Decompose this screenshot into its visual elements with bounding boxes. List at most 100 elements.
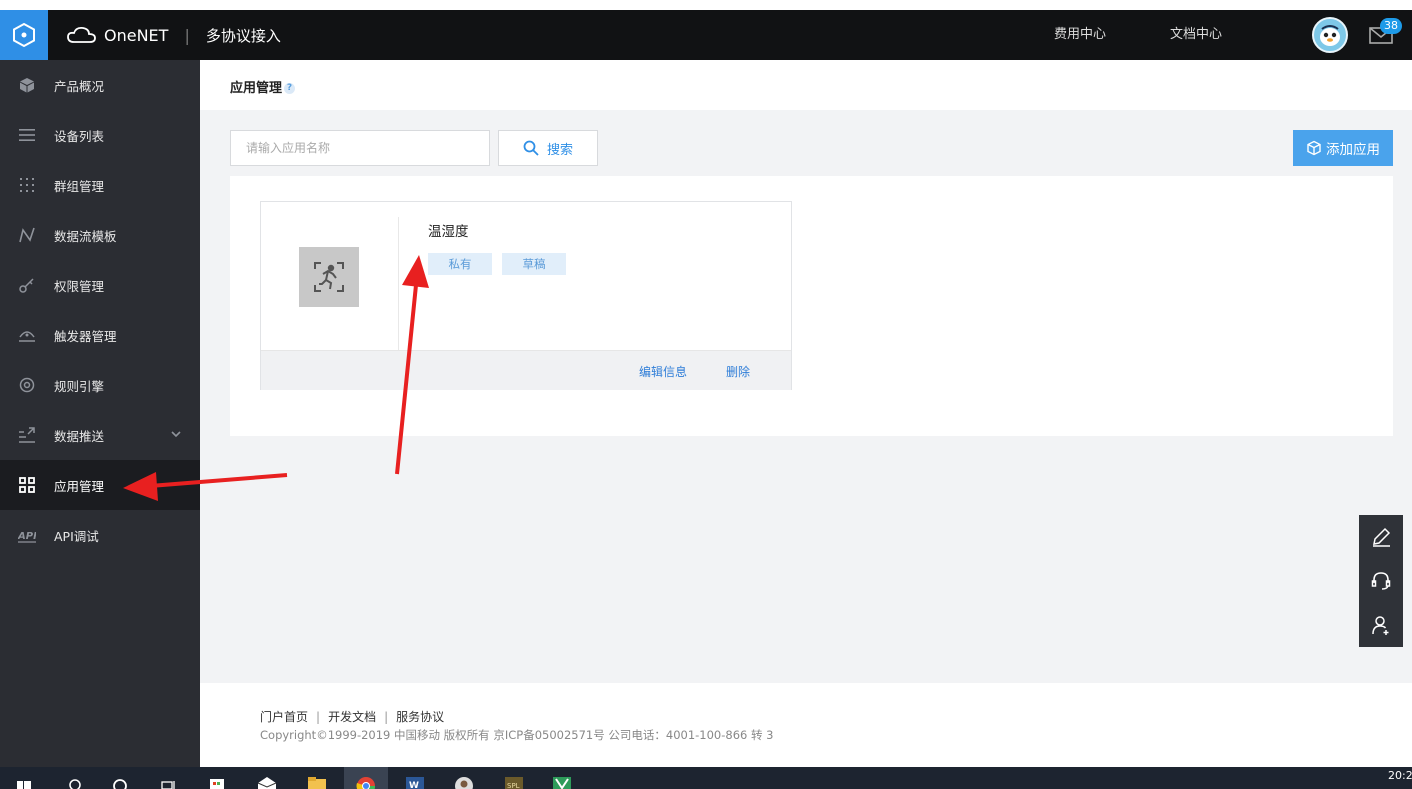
feedback-button[interactable]: [1359, 515, 1403, 559]
app-list-panel: 温湿度 私有 草稿 编辑信息 删除: [230, 176, 1393, 436]
delete-link[interactable]: 删除: [726, 363, 750, 380]
key-icon: [0, 276, 54, 294]
sidebar-item-app-management[interactable]: 应用管理: [0, 460, 200, 510]
mail-count-badge: 38: [1380, 18, 1402, 34]
sidebar-item-label: 数据流模板: [54, 228, 117, 244]
svg-text:SPL: SPL: [507, 782, 520, 789]
menu-logo-button[interactable]: [0, 10, 48, 60]
add-app-button-label: 添加应用: [1326, 142, 1380, 158]
sidebar-item-data-push[interactable]: 数据推送: [0, 410, 200, 460]
billing-center-link[interactable]: 费用中心: [1054, 10, 1106, 60]
app-thumbnail: [299, 247, 359, 307]
tag-draft: 草稿: [502, 253, 566, 275]
user-plus-icon: [1372, 616, 1389, 635]
word-icon[interactable]: W: [403, 767, 427, 789]
top-navigation-bar: OneNET | 多协议接入 费用中心 文档中心 38: [0, 10, 1412, 60]
vue-app-icon[interactable]: [550, 767, 574, 789]
sidebar-item-label: API调试: [54, 528, 99, 544]
sidebar-item-label: 数据推送: [54, 428, 105, 444]
svg-text:API: API: [18, 531, 36, 542]
page-title: 应用管理?: [230, 77, 296, 96]
windows-start-icon[interactable]: [12, 767, 36, 789]
spss-icon[interactable]: SPL: [502, 767, 526, 789]
trigger-icon: [0, 326, 54, 344]
sidebar-item-label: 规则引擎: [54, 378, 105, 394]
hexagon-logo-icon: [13, 22, 35, 48]
sidebar-item-label: 应用管理: [54, 478, 105, 494]
stream-icon: [0, 226, 54, 244]
app-card-footer: 编辑信息 删除: [261, 350, 791, 390]
task-view-icon[interactable]: [156, 767, 180, 789]
page-title-text: 应用管理: [230, 81, 283, 96]
user-avatar[interactable]: [1312, 17, 1348, 53]
app-name: 温湿度: [428, 224, 469, 240]
sidebar-item-permission-management[interactable]: 权限管理: [0, 260, 200, 310]
brand[interactable]: OneNET | 多协议接入: [66, 10, 281, 60]
search-icon: [523, 140, 539, 156]
footer-separator: |: [384, 710, 389, 724]
docs-center-link[interactable]: 文档中心: [1170, 10, 1222, 60]
api-icon: API: [0, 526, 54, 544]
list-icon: [0, 126, 54, 144]
rule-engine-icon: [0, 376, 54, 394]
footer-separator: |: [316, 710, 321, 724]
sidebar-item-trigger-management[interactable]: 触发器管理: [0, 310, 200, 360]
app-search-input[interactable]: [230, 130, 490, 166]
product-name: 多协议接入: [205, 26, 281, 45]
brand-name: OneNET: [104, 25, 169, 45]
file-explorer-icon[interactable]: [305, 767, 329, 789]
cube-icon: [0, 76, 54, 94]
add-contact-button[interactable]: [1359, 603, 1403, 647]
footer-link-portal[interactable]: 门户首页: [260, 710, 308, 724]
page-header: 应用管理?: [200, 60, 1412, 110]
sidebar-item-label: 产品概况: [54, 78, 105, 94]
help-icon[interactable]: ?: [284, 83, 296, 94]
floating-toolbar: [1359, 515, 1403, 647]
sidebar-item-label: 触发器管理: [54, 328, 117, 344]
main-content: 应用管理? 搜索 添加应用 温湿度: [200, 60, 1412, 767]
cortana-icon[interactable]: [108, 767, 132, 789]
store-icon[interactable]: [205, 767, 229, 789]
page-footer: 门户首页 | 开发文档 | 服务协议 Copyright©1999-2019 中国移动 …: [200, 683, 1412, 767]
apps-grid-icon: [0, 476, 54, 494]
push-icon: [0, 426, 54, 444]
app-card[interactable]: 温湿度 私有 草稿 编辑信息 删除: [260, 201, 792, 390]
customer-service-button[interactable]: [1359, 559, 1403, 603]
headset-icon: [1371, 572, 1391, 590]
taskbar-clock: 20:2: [1388, 769, 1412, 782]
sidebar-item-label: 权限管理: [54, 278, 105, 294]
edit-info-link[interactable]: 编辑信息: [639, 363, 687, 380]
search-button[interactable]: 搜索: [498, 130, 598, 166]
running-person-icon: [314, 262, 344, 292]
svg-text:W: W: [409, 781, 419, 789]
mail-app-icon[interactable]: [255, 767, 279, 789]
sidebar-item-api-debug[interactable]: API API调试: [0, 510, 200, 560]
footer-link-dev-docs[interactable]: 开发文档: [328, 710, 376, 724]
chrome-icon[interactable]: [354, 767, 378, 789]
footer-link-service-agreement[interactable]: 服务协议: [396, 710, 444, 724]
pencil-icon: [1373, 527, 1391, 547]
sidebar-item-datastream-template[interactable]: 数据流模板: [0, 210, 200, 260]
box-icon: [1307, 140, 1321, 156]
sidebar-item-group-management[interactable]: 群组管理: [0, 160, 200, 210]
app-avatar-icon[interactable]: [452, 767, 476, 789]
dots-grid-icon: [0, 176, 54, 194]
brand-separator: |: [184, 25, 190, 45]
sidebar: 产品概况 设备列表 群组管理 数据流模板 权限管理 触发器管理 规则引擎 数据推…: [0, 60, 200, 767]
card-divider: [398, 217, 399, 350]
os-taskbar: W SPL 20:2: [0, 767, 1412, 789]
sidebar-item-product-overview[interactable]: 产品概况: [0, 60, 200, 110]
add-app-button[interactable]: 添加应用: [1293, 130, 1393, 166]
footer-links: 门户首页 | 开发文档 | 服务协议: [260, 708, 444, 725]
search-button-label: 搜索: [546, 142, 573, 158]
penguin-avatar-icon: [1320, 25, 1340, 46]
sidebar-item-device-list[interactable]: 设备列表: [0, 110, 200, 160]
sidebar-item-label: 群组管理: [54, 178, 105, 194]
sidebar-item-label: 设备列表: [54, 128, 105, 144]
chevron-down-icon[interactable]: [170, 428, 182, 440]
copyright-text: Copyright©1999-2019 中国移动 版权所有 京ICP备05002…: [260, 728, 774, 742]
tag-private: 私有: [428, 253, 492, 275]
cloud-logo-icon: [67, 26, 96, 43]
search-icon[interactable]: [63, 767, 87, 789]
sidebar-item-rule-engine[interactable]: 规则引擎: [0, 360, 200, 410]
